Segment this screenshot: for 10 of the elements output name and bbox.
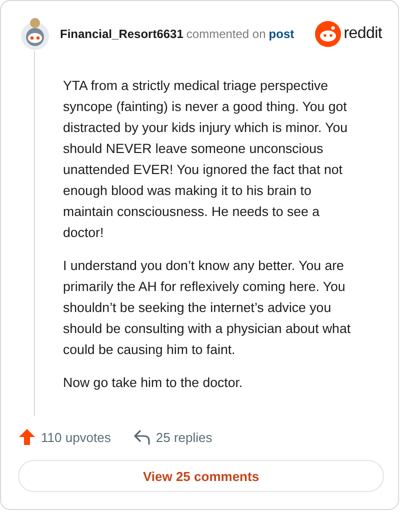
view-comments-button[interactable]: View 25 comments <box>18 460 384 492</box>
action-text: commented on <box>186 27 266 41</box>
upvote-count: 110 upvotes <box>41 430 111 444</box>
reply-count: 25 replies <box>156 430 212 444</box>
comment-paragraph: Now go take him to the doctor. <box>63 374 244 392</box>
comment-paragraph: I understand you don’t know any better. You are primarily the AH for reflexively coming here. You shouldn’t be seeking the internet’s advice you should be consulting with a physician about what could be causing him to faint. <box>63 257 352 359</box>
comment-paragraph: YTA from a strictly medical triage perspective syncope (fainting) is never a good thing. You got distracted by your kids injury which is minor. You should NEVER leave someone unconscious unattended EVER! You ignored the fact that not enough blood was making it to his brain to maintain consciousness. He needs to see a doctor! <box>63 77 349 242</box>
post-link[interactable]: post <box>268 27 294 41</box>
username[interactable]: Financial_Resort6631 <box>60 27 184 41</box>
brand-name: reddit <box>344 25 382 43</box>
